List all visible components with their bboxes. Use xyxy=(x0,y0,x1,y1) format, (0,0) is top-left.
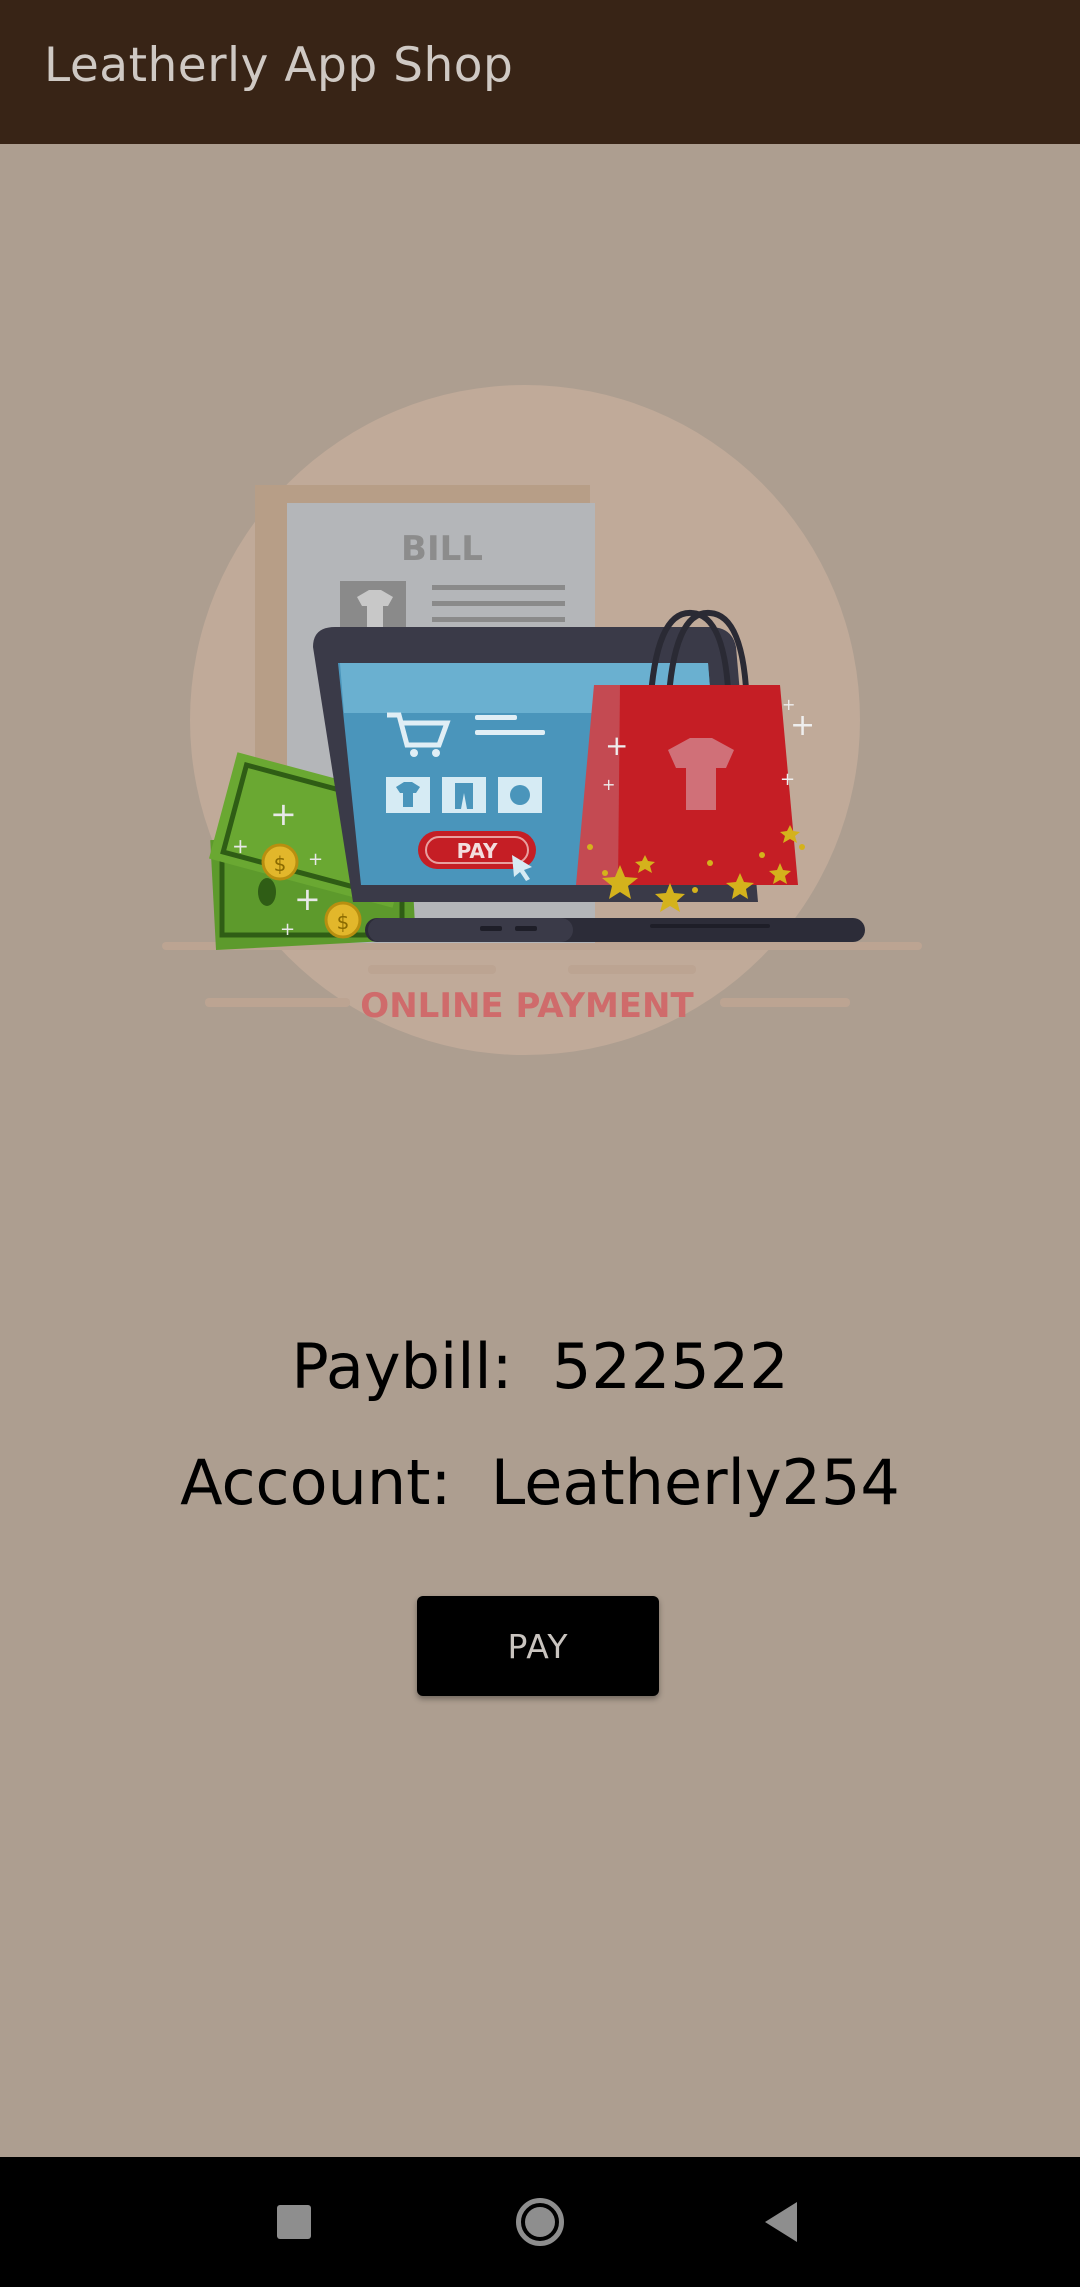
app-bar: Leatherly App Shop xyxy=(0,0,1080,144)
svg-text:+: + xyxy=(294,880,321,918)
triangle-back-icon xyxy=(765,2202,797,2242)
paybill-row: Paybill: 522522 xyxy=(0,1330,1080,1403)
svg-text:+: + xyxy=(780,769,795,790)
app-title: Leatherly App Shop xyxy=(44,38,514,93)
account-value: Leatherly254 xyxy=(490,1446,900,1519)
account-row: Account: Leatherly254 xyxy=(0,1446,1080,1519)
svg-text:+: + xyxy=(232,834,249,858)
svg-text:+: + xyxy=(308,849,323,870)
circle-icon xyxy=(516,2198,564,2246)
online-payment-illustration: BILL $ $ + + + + + PAY + + + + + ONLINE … xyxy=(150,385,930,1065)
svg-text:+: + xyxy=(280,919,295,940)
square-icon xyxy=(277,2205,311,2239)
svg-text:+: + xyxy=(782,695,795,714)
recents-button[interactable] xyxy=(234,2157,354,2287)
svg-text:$: $ xyxy=(274,852,287,876)
system-nav-bar xyxy=(0,2157,1080,2287)
svg-text:$: $ xyxy=(337,910,350,934)
pay-button[interactable]: PAY xyxy=(417,1596,659,1696)
account-label: Account: xyxy=(180,1446,452,1519)
home-button[interactable] xyxy=(480,2157,600,2287)
svg-text:+: + xyxy=(270,795,297,833)
paybill-label: Paybill: xyxy=(291,1330,513,1403)
svg-text:+: + xyxy=(602,775,615,794)
illustration-caption: ONLINE PAYMENT xyxy=(360,986,694,1026)
screen-pay-label: PAY xyxy=(457,839,498,863)
paybill-value: 522522 xyxy=(551,1330,789,1403)
bill-label: BILL xyxy=(401,529,483,569)
svg-text:+: + xyxy=(605,729,628,762)
back-button[interactable] xyxy=(721,2157,841,2287)
